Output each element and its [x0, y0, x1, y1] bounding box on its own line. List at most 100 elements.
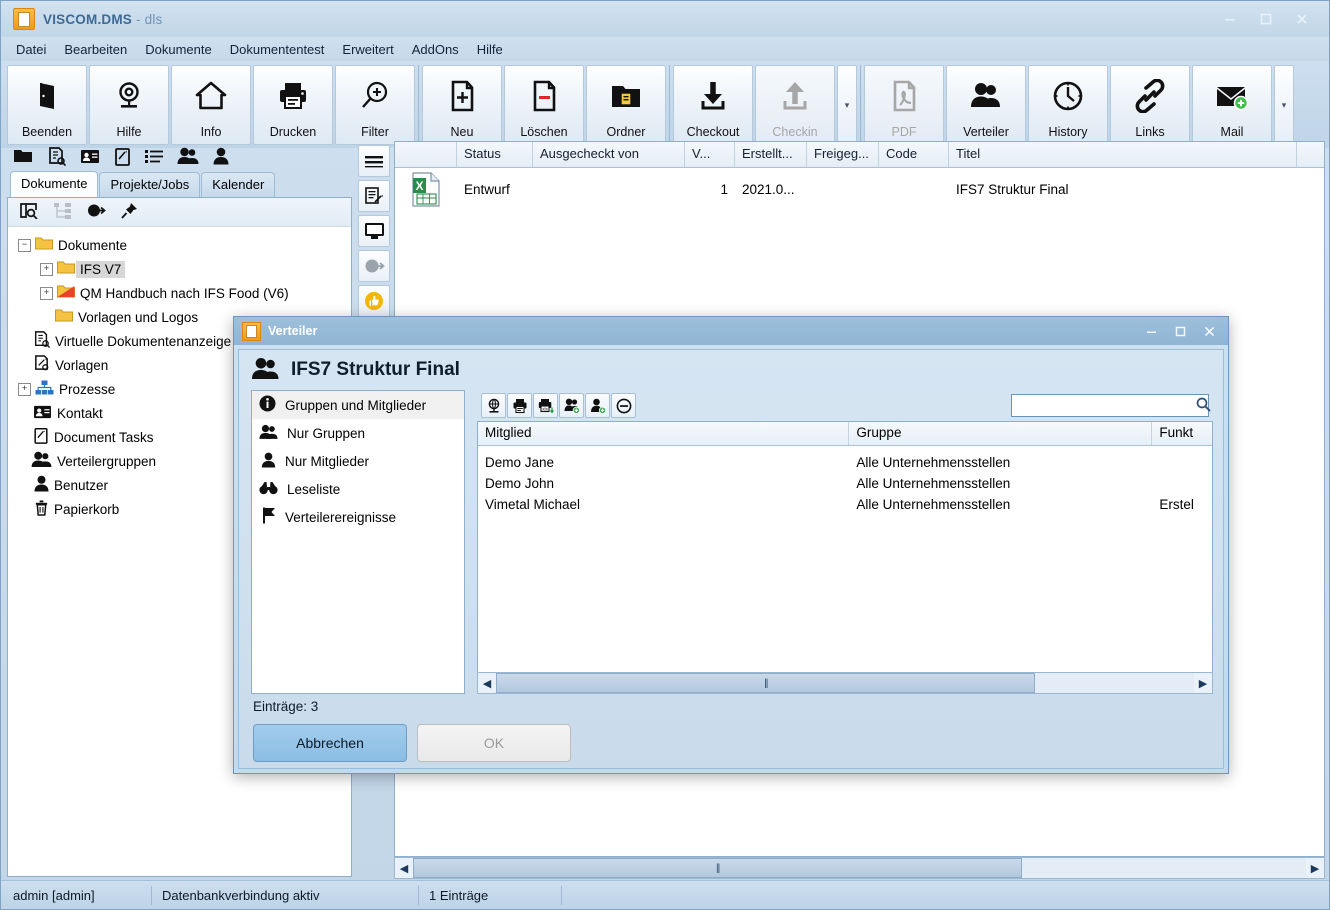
search-icon[interactable] — [1196, 397, 1211, 415]
verteiler-button[interactable]: Verteiler — [946, 65, 1026, 145]
scroll-track[interactable]: || — [413, 858, 1306, 878]
search-folder-icon[interactable] — [20, 202, 39, 222]
minimize-button[interactable] — [1213, 6, 1247, 32]
search-box[interactable] — [1011, 394, 1211, 417]
tab-projekte-jobs[interactable]: Projekte/Jobs — [99, 172, 201, 197]
column-header-title[interactable]: Titel — [949, 142, 1297, 167]
actions-split-arrow[interactable]: ▾ — [1274, 65, 1294, 145]
menu-dokumententest[interactable]: Dokumententest — [221, 39, 334, 60]
sidelist-item-gruppen-und-mitglieder[interactable]: Gruppen und Mitglieder — [252, 391, 464, 419]
ordner-button[interactable]: Ordner — [586, 65, 666, 145]
dialog-close-button[interactable] — [1195, 319, 1224, 343]
menu-addons[interactable]: AddOns — [403, 39, 468, 60]
task-clipboard-icon[interactable] — [114, 147, 131, 166]
export-icon[interactable] — [87, 203, 106, 221]
column-header-funktion[interactable]: Funkt — [1152, 422, 1212, 445]
menu-erweitert[interactable]: Erweitert — [333, 39, 402, 60]
contact-card-icon[interactable] — [80, 148, 100, 165]
checkin-split-arrow[interactable]: ▾ — [837, 65, 857, 145]
table-row[interactable]: Demo John Alle Unternehmensstellen — [478, 473, 1212, 494]
expander-plus-icon[interactable]: + — [40, 262, 53, 276]
add-user-button[interactable] — [585, 393, 610, 418]
drucken-button[interactable]: Drucken — [253, 65, 333, 145]
add-group-button[interactable] — [559, 393, 584, 418]
mail-button[interactable]: Mail — [1192, 65, 1272, 145]
scroll-left-arrow-icon[interactable]: ◀ — [395, 858, 413, 878]
ok-button[interactable]: OK — [417, 724, 571, 762]
maximize-button[interactable] — [1249, 6, 1283, 32]
remove-button[interactable] — [611, 393, 636, 418]
info-button[interactable]: Info — [171, 65, 251, 145]
menu-datei[interactable]: Datei — [7, 39, 55, 60]
search-input[interactable] — [1016, 397, 1196, 414]
menu-hilfe[interactable]: Hilfe — [468, 39, 512, 60]
expander-plus-icon[interactable]: + — [40, 286, 53, 300]
tree-item-ifs-v7[interactable]: + IFS V7 — [8, 257, 351, 281]
checkout-button[interactable]: Checkout — [673, 65, 753, 145]
pin-icon[interactable] — [121, 202, 138, 222]
virtual-document-icon[interactable] — [47, 146, 66, 166]
pdf-button[interactable]: PDF — [864, 65, 944, 145]
scroll-right-arrow-icon[interactable]: ▶ — [1306, 858, 1324, 878]
column-header-created[interactable]: Erstellt... — [735, 142, 807, 167]
history-button[interactable]: History — [1028, 65, 1108, 145]
column-header-checked-out-by[interactable]: Ausgecheckt von — [533, 142, 685, 167]
column-header-released[interactable]: Freigeg... — [807, 142, 879, 167]
logout-view-button[interactable] — [358, 250, 390, 282]
table-row[interactable]: X Entwurf 1 2021.0... IFS7 Struktur Fina… — [395, 168, 1324, 211]
links-button[interactable]: Links — [1110, 65, 1190, 145]
tab-dokumente[interactable]: Dokumente — [10, 171, 99, 197]
checkin-button[interactable]: Checkin — [755, 65, 835, 145]
sidelist-item-nur-mitglieder[interactable]: Nur Mitglieder — [252, 447, 464, 475]
filter-button[interactable]: Filter — [335, 65, 415, 145]
document-edit-view-button[interactable] — [358, 180, 390, 212]
members-table-hscrollbar[interactable]: ◀ || ▶ — [477, 672, 1213, 694]
tree-item-dokumente[interactable]: − Dokumente — [8, 233, 351, 257]
tree-structure-icon[interactable] — [54, 202, 72, 222]
tree-item-qm-handbuch[interactable]: + QM Handbuch nach IFS Food (V6) — [8, 281, 351, 305]
close-button[interactable] — [1285, 6, 1319, 32]
scroll-thumb[interactable]: || — [496, 673, 1036, 693]
scroll-thumb[interactable]: || — [413, 858, 1023, 878]
expander-plus-icon[interactable]: + — [18, 382, 31, 396]
expander-minus-icon[interactable]: − — [18, 238, 31, 252]
scroll-left-arrow-icon[interactable]: ◀ — [478, 673, 496, 693]
hilfe-button[interactable]: Hilfe — [89, 65, 169, 145]
sidelist-item-nur-gruppen[interactable]: Nur Gruppen — [252, 419, 464, 447]
print-button[interactable] — [507, 393, 532, 418]
window-title-main: VISCOM.DMS — [43, 11, 133, 27]
sidelist-item-verteilerereignisse[interactable]: Verteilerereignisse — [252, 503, 464, 531]
table-row[interactable]: Vimetal Michael Alle Unternehmensstellen… — [478, 494, 1212, 515]
column-header-version[interactable]: V... — [685, 142, 735, 167]
column-header-icon[interactable] — [395, 142, 457, 167]
document-grid-hscrollbar[interactable]: ◀ || ▶ — [394, 857, 1325, 879]
thumbs-up-button[interactable] — [358, 285, 390, 317]
scroll-right-arrow-icon[interactable]: ▶ — [1194, 673, 1212, 693]
dialog-minimize-button[interactable] — [1137, 319, 1166, 343]
sidelist-item-leseliste[interactable]: Leseliste — [252, 475, 464, 503]
column-header-mitglied[interactable]: Mitglied — [478, 422, 850, 445]
column-header-status[interactable]: Status — [457, 142, 533, 167]
print-export-button[interactable]: xls — [533, 393, 558, 418]
beenden-button[interactable]: Beenden — [7, 65, 87, 145]
column-header-code[interactable]: Code — [879, 142, 949, 167]
menu-bearbeiten[interactable]: Bearbeiten — [55, 39, 136, 60]
monitor-view-button[interactable] — [358, 215, 390, 247]
user-icon[interactable] — [213, 147, 229, 165]
tab-kalender[interactable]: Kalender — [201, 172, 276, 197]
dialog-maximize-button[interactable] — [1166, 319, 1195, 343]
cancel-button[interactable]: Abbrechen — [253, 724, 407, 762]
list-icon[interactable] — [145, 148, 163, 164]
column-header-gruppe[interactable]: Gruppe — [849, 422, 1153, 445]
members-table[interactable]: Mitglied Gruppe Funkt Demo Jane Alle Unt… — [477, 421, 1213, 672]
loeschen-button[interactable]: Löschen — [504, 65, 584, 145]
globe-stand-button[interactable] — [481, 393, 506, 418]
folder-icon[interactable] — [13, 147, 33, 165]
menu-dokumente[interactable]: Dokumente — [136, 39, 220, 60]
neu-button[interactable]: Neu — [422, 65, 502, 145]
scroll-track[interactable]: || — [496, 673, 1194, 693]
list-lines-view-button[interactable] — [358, 145, 390, 177]
table-row[interactable]: Demo Jane Alle Unternehmensstellen — [478, 452, 1212, 473]
group-icon[interactable] — [177, 147, 199, 165]
dialog-view-list[interactable]: Gruppen und Mitglieder Nur Gruppen Nur M… — [251, 390, 465, 694]
